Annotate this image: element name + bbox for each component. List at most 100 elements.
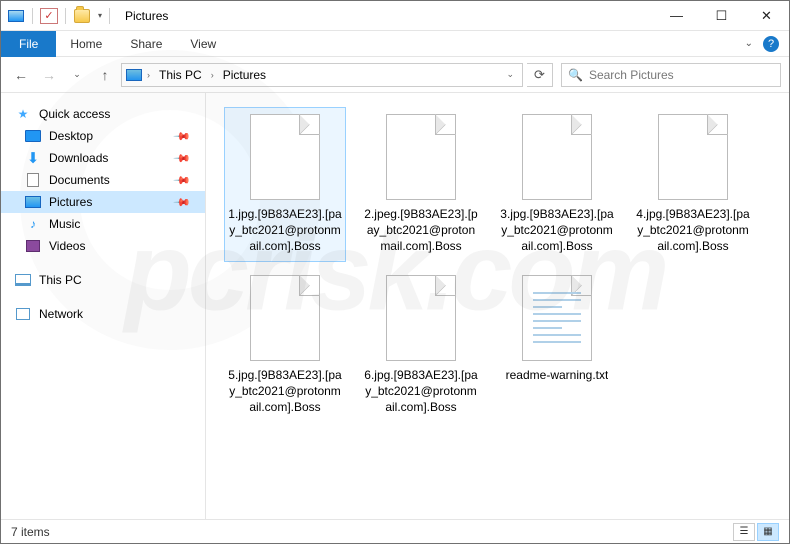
sidebar-item-desktop[interactable]: Desktop 📌 bbox=[1, 125, 205, 147]
icons-view-button[interactable]: ▦ bbox=[757, 523, 779, 541]
tab-share[interactable]: Share bbox=[116, 31, 176, 57]
sidebar-item-label: Music bbox=[49, 217, 80, 231]
generic-file-icon bbox=[250, 114, 320, 200]
file-tab[interactable]: File bbox=[1, 31, 56, 57]
navigation-pane[interactable]: ★ Quick access Desktop 📌 ⬇ Downloads 📌 D… bbox=[1, 93, 206, 519]
file-item[interactable]: 3.jpg.[9B83AE23].[pay_btc2021@protonmail… bbox=[496, 107, 618, 262]
body: ★ Quick access Desktop 📌 ⬇ Downloads 📌 D… bbox=[1, 93, 789, 519]
view-switcher: ☰ ▦ bbox=[733, 523, 779, 541]
tab-view[interactable]: View bbox=[176, 31, 230, 57]
sidebar-item-label: Pictures bbox=[49, 195, 92, 209]
quick-access-toolbar: ✓ ▾ Pictures bbox=[1, 8, 168, 24]
file-name-label: 6.jpg.[9B83AE23].[pay_btc2021@protonmail… bbox=[363, 367, 479, 416]
forward-button[interactable]: → bbox=[37, 63, 61, 87]
star-icon: ★ bbox=[15, 106, 31, 122]
breadcrumb-this-pc[interactable]: This PC bbox=[155, 64, 206, 86]
generic-file-icon bbox=[658, 114, 728, 200]
sidebar-item-label: Desktop bbox=[49, 129, 93, 143]
separator bbox=[32, 8, 33, 24]
address-bar[interactable]: › This PC › Pictures ⌄ bbox=[121, 63, 523, 87]
sidebar-label: This PC bbox=[39, 273, 82, 287]
ribbon-right: ⌄ ? bbox=[745, 36, 789, 52]
network-icon bbox=[15, 306, 31, 322]
separator bbox=[65, 8, 66, 24]
separator bbox=[109, 8, 110, 24]
pin-icon: 📌 bbox=[173, 149, 192, 168]
maximize-button[interactable]: ☐ bbox=[699, 1, 744, 30]
videos-icon bbox=[25, 238, 41, 254]
pin-icon: 📌 bbox=[173, 193, 192, 212]
downloads-icon: ⬇ bbox=[25, 150, 41, 166]
sidebar-item-documents[interactable]: Documents 📌 bbox=[1, 169, 205, 191]
recent-dropdown-icon[interactable]: ⌄ bbox=[65, 63, 89, 87]
sidebar-item-label: Documents bbox=[49, 173, 110, 187]
file-item[interactable]: 2.jpeg.[9B83AE23].[pay_btc2021@protonmai… bbox=[360, 107, 482, 262]
search-icon: 🔍 bbox=[568, 68, 583, 82]
file-name-label: 1.jpg.[9B83AE23].[pay_btc2021@protonmail… bbox=[227, 206, 343, 255]
pc-icon bbox=[15, 272, 31, 288]
minimize-button[interactable]: — bbox=[654, 1, 699, 30]
search-placeholder: Search Pictures bbox=[589, 68, 674, 82]
generic-file-icon bbox=[386, 114, 456, 200]
sidebar-item-label: Downloads bbox=[49, 151, 108, 165]
titlebar: ✓ ▾ Pictures — ☐ ✕ bbox=[1, 1, 789, 31]
file-item[interactable]: readme-warning.txt bbox=[496, 268, 618, 423]
file-name-label: 2.jpeg.[9B83AE23].[pay_btc2021@protonmai… bbox=[363, 206, 479, 255]
sidebar-item-label: Videos bbox=[49, 239, 85, 253]
sidebar-item-music[interactable]: ♪ Music bbox=[1, 213, 205, 235]
chevron-right-icon[interactable]: › bbox=[208, 70, 217, 80]
expand-ribbon-icon[interactable]: ⌄ bbox=[745, 38, 753, 49]
sidebar-item-downloads[interactable]: ⬇ Downloads 📌 bbox=[1, 147, 205, 169]
navigation-bar: ← → ⌄ ↑ › This PC › Pictures ⌄ ⟳ 🔍 Searc… bbox=[1, 57, 789, 93]
sidebar-this-pc[interactable]: This PC bbox=[1, 269, 205, 291]
file-name-label: 4.jpg.[9B83AE23].[pay_btc2021@protonmail… bbox=[635, 206, 751, 255]
breadcrumb-pictures[interactable]: Pictures bbox=[219, 64, 270, 86]
sidebar-item-videos[interactable]: Videos bbox=[1, 235, 205, 257]
generic-file-icon bbox=[386, 275, 456, 361]
file-item[interactable]: 5.jpg.[9B83AE23].[pay_btc2021@protonmail… bbox=[224, 268, 346, 423]
file-name-label: 5.jpg.[9B83AE23].[pay_btc2021@protonmail… bbox=[227, 367, 343, 416]
back-button[interactable]: ← bbox=[9, 63, 33, 87]
ribbon: File Home Share View ⌄ ? bbox=[1, 31, 789, 57]
window-title: Pictures bbox=[125, 9, 168, 23]
sidebar-item-pictures[interactable]: Pictures 📌 bbox=[1, 191, 205, 213]
up-button[interactable]: ↑ bbox=[93, 63, 117, 87]
search-input[interactable]: 🔍 Search Pictures bbox=[561, 63, 781, 87]
pin-icon: 📌 bbox=[173, 171, 192, 190]
chevron-right-icon[interactable]: › bbox=[144, 70, 153, 80]
desktop-icon bbox=[25, 128, 41, 144]
generic-file-icon bbox=[250, 275, 320, 361]
pin-icon: 📌 bbox=[173, 127, 192, 146]
close-button[interactable]: ✕ bbox=[744, 1, 789, 30]
pictures-icon bbox=[25, 194, 41, 210]
file-item[interactable]: 4.jpg.[9B83AE23].[pay_btc2021@protonmail… bbox=[632, 107, 754, 262]
documents-icon bbox=[25, 172, 41, 188]
refresh-button[interactable]: ⟳ bbox=[527, 63, 553, 87]
tab-home[interactable]: Home bbox=[56, 31, 116, 57]
details-view-button[interactable]: ☰ bbox=[733, 523, 755, 541]
file-item[interactable]: 1.jpg.[9B83AE23].[pay_btc2021@protonmail… bbox=[224, 107, 346, 262]
sidebar-quick-access[interactable]: ★ Quick access bbox=[1, 103, 205, 125]
music-icon: ♪ bbox=[25, 216, 41, 232]
file-name-label: readme-warning.txt bbox=[506, 367, 609, 383]
generic-file-icon bbox=[522, 114, 592, 200]
folder-icon[interactable] bbox=[73, 8, 91, 24]
text-file-icon bbox=[522, 275, 592, 361]
address-dropdown-icon[interactable]: ⌄ bbox=[506, 69, 518, 80]
file-list-pane[interactable]: 1.jpg.[9B83AE23].[pay_btc2021@protonmail… bbox=[206, 93, 789, 519]
sidebar-network[interactable]: Network bbox=[1, 303, 205, 325]
status-bar: 7 items ☰ ▦ bbox=[1, 519, 789, 543]
checkbox-icon[interactable]: ✓ bbox=[40, 8, 58, 24]
file-item[interactable]: 6.jpg.[9B83AE23].[pay_btc2021@protonmail… bbox=[360, 268, 482, 423]
sidebar-label: Network bbox=[39, 307, 83, 321]
explorer-window: ✓ ▾ Pictures — ☐ ✕ File Home Share View … bbox=[0, 0, 790, 544]
pictures-icon bbox=[126, 67, 142, 83]
status-item-count: 7 items bbox=[11, 525, 50, 539]
file-name-label: 3.jpg.[9B83AE23].[pay_btc2021@protonmail… bbox=[499, 206, 615, 255]
properties-icon[interactable] bbox=[7, 8, 25, 24]
help-icon[interactable]: ? bbox=[763, 36, 779, 52]
sidebar-label: Quick access bbox=[39, 107, 110, 121]
qat-dropdown-icon[interactable]: ▾ bbox=[98, 11, 102, 20]
window-controls: — ☐ ✕ bbox=[654, 1, 789, 30]
files-grid: 1.jpg.[9B83AE23].[pay_btc2021@protonmail… bbox=[224, 107, 779, 422]
